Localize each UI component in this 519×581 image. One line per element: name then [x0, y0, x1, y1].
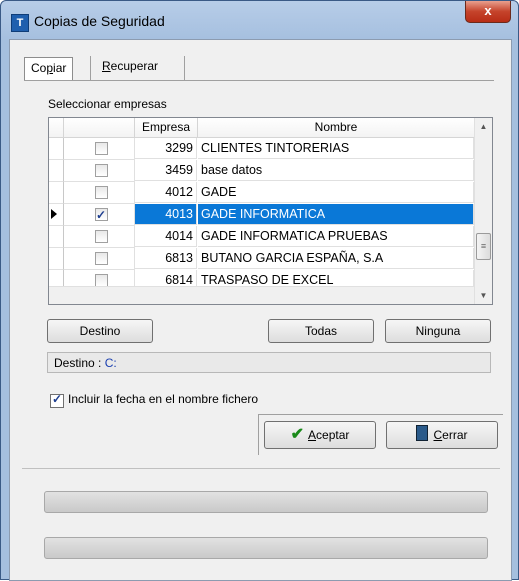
aceptar-button[interactable]: ✔ Aceptar — [264, 421, 376, 449]
row-pointer-icon — [51, 209, 57, 219]
row-checkbox[interactable] — [95, 230, 108, 243]
nombre-cell: GADE INFORMATICA — [198, 204, 474, 225]
checkmark-icon: ✔ — [290, 426, 305, 443]
title-bar[interactable]: T Copias de Seguridad x — [1, 1, 518, 39]
table-row[interactable]: 3459 base datos — [49, 160, 474, 182]
aceptar-label: ceptar — [316, 428, 350, 442]
dialog-body: Copiar Recuperar Seleccionar empresas Em… — [9, 39, 512, 581]
nombre-cell: GADE — [198, 182, 474, 203]
destino-button[interactable]: Destino — [47, 319, 153, 343]
row-checkbox[interactable] — [95, 252, 108, 265]
empresa-cell: 3459 — [135, 160, 197, 181]
empresa-cell: 6813 — [135, 248, 197, 269]
todas-button[interactable]: Todas — [268, 319, 374, 343]
check-header — [64, 118, 135, 138]
tab-divider — [90, 56, 91, 80]
tab-recuperar-label: ecuperar — [110, 59, 159, 73]
empresa-cell: 4014 — [135, 226, 197, 247]
aceptar-accesskey: A — [308, 428, 317, 442]
row-checkbox[interactable] — [95, 142, 108, 155]
window-title: Copias de Seguridad — [34, 13, 165, 29]
row-check-cell — [64, 182, 135, 204]
row-check-cell — [64, 226, 135, 248]
progress-bar-1 — [44, 491, 488, 513]
nombre-cell: BUTANO GARCIA ESPAÑA, S.A — [198, 248, 474, 269]
row-checkbox[interactable] — [95, 205, 108, 226]
companies-grid[interactable]: Empresa Nombre 3299 CLIENTES TINTORERIAS… — [48, 117, 493, 305]
empresa-cell: 4012 — [135, 182, 197, 203]
tab-divider — [184, 56, 185, 80]
destination-display: Destino : C: — [47, 352, 491, 373]
cerrar-accesskey: C — [433, 428, 443, 442]
scroll-up-icon[interactable]: ▲ — [475, 118, 492, 135]
tab-recuperar-accesskey: R — [102, 59, 111, 73]
table-row[interactable]: 4012 GADE — [49, 182, 474, 204]
row-indicator — [49, 138, 64, 160]
cerrar-button[interactable]: Cerrar — [386, 421, 498, 449]
empresa-cell: 4013 — [135, 204, 197, 225]
row-checkbox[interactable] — [95, 186, 108, 199]
tab-copiar[interactable]: Copiar — [24, 57, 74, 80]
nombre-cell: CLIENTES TINTORERIAS — [198, 138, 474, 159]
backup-window: T Copias de Seguridad x Copiar Recuperar… — [0, 0, 519, 581]
include-date-checkbox[interactable] — [50, 392, 64, 408]
tab-recuperar[interactable]: Recuperar — [96, 56, 164, 78]
row-indicator — [49, 182, 64, 204]
row-check-cell — [64, 138, 135, 160]
table-row[interactable]: 3299 CLIENTES TINTORERIAS — [49, 138, 474, 160]
vertical-scrollbar[interactable]: ▲ ≡ ▼ — [474, 118, 492, 304]
scroll-down-icon[interactable]: ▼ — [475, 287, 492, 304]
table-row[interactable]: 4014 GADE INFORMATICA PRUEBAS — [49, 226, 474, 248]
table-row-selected[interactable]: 4013 GADE INFORMATICA — [49, 204, 474, 226]
row-check-cell — [64, 248, 135, 270]
ninguna-button[interactable]: Ninguna — [385, 319, 491, 343]
app-icon: T — [11, 14, 29, 32]
progress-bar-2 — [44, 537, 488, 559]
scroll-thumb[interactable]: ≡ — [476, 233, 491, 260]
door-exit-icon — [416, 425, 429, 441]
cerrar-label: errar — [442, 428, 468, 442]
nombre-cell: GADE INFORMATICA PRUEBAS — [198, 226, 474, 247]
horizontal-scrollbar[interactable] — [49, 286, 474, 304]
row-checkbox[interactable] — [95, 164, 108, 177]
include-date-label[interactable]: Incluir la fecha en el nombre fichero — [68, 392, 258, 406]
empresa-cell: 3299 — [135, 138, 197, 159]
table-row[interactable]: 6813 BUTANO GARCIA ESPAÑA, S.A — [49, 248, 474, 270]
nombre-cell: base datos — [198, 160, 474, 181]
row-indicator — [49, 160, 64, 182]
close-window-button[interactable]: x — [465, 1, 511, 23]
indicator-header — [49, 118, 64, 138]
nombre-header[interactable]: Nombre — [198, 118, 475, 138]
row-check-cell — [64, 204, 135, 226]
destination-value: C: — [104, 356, 117, 370]
tab-copiar-label-a: Co — [31, 61, 47, 75]
row-check-cell — [64, 160, 135, 182]
tab-baseline — [24, 80, 494, 81]
select-companies-label: Seleccionar empresas — [48, 97, 167, 111]
tab-copiar-label-b: iar — [53, 61, 67, 75]
empresa-header[interactable]: Empresa — [135, 118, 198, 138]
row-indicator — [49, 248, 64, 270]
row-indicator — [49, 204, 64, 226]
row-indicator — [49, 226, 64, 248]
progress-panel — [22, 468, 500, 581]
destination-label: Destino : — [54, 356, 102, 370]
